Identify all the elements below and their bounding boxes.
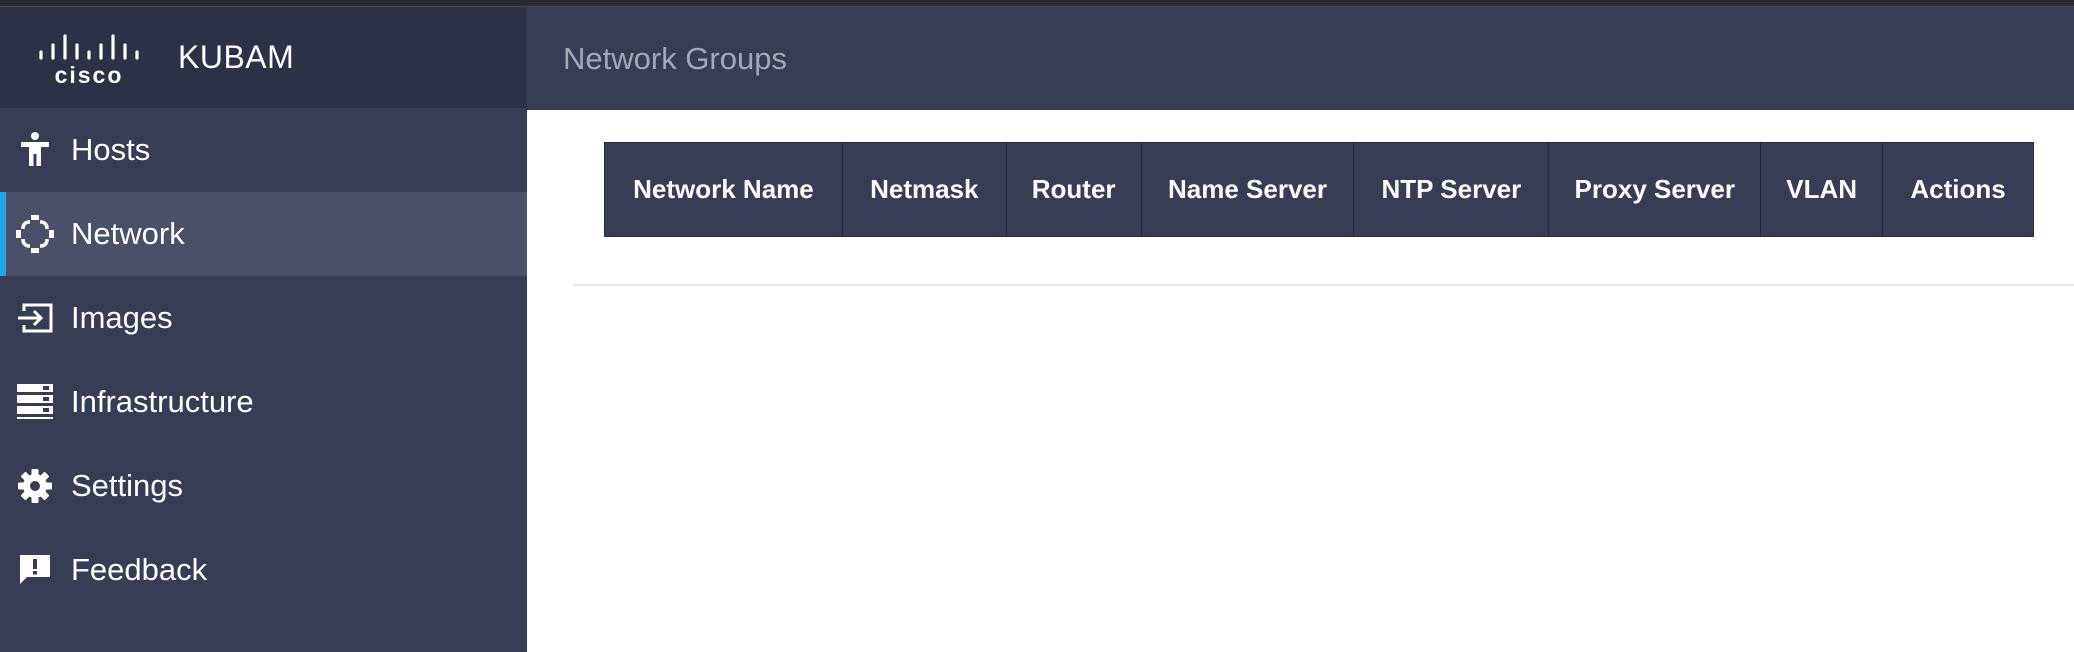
input-icon: [15, 298, 55, 338]
sidebar-item-label: Hosts: [71, 132, 151, 167]
sidebar-item-infrastructure[interactable]: Infrastructure: [0, 360, 527, 444]
sidebar-item-label: Images: [71, 300, 173, 335]
sidebar-item-settings[interactable]: Settings: [0, 444, 527, 528]
column-header-actions[interactable]: Actions: [1882, 142, 2034, 237]
feedback-icon: [15, 550, 55, 590]
column-header-network-name[interactable]: Network Name: [604, 142, 843, 237]
table-header-row: Network Name Netmask Router Name Server …: [604, 142, 2034, 237]
sidebar-item-network[interactable]: Network: [0, 192, 527, 276]
page-title: Network Groups: [563, 41, 787, 76]
column-header-router[interactable]: Router: [1005, 142, 1142, 237]
network-icon: [15, 214, 55, 254]
sidebar: cisco KUBAM Hosts Network Images Infrast…: [0, 7, 527, 652]
column-header-netmask[interactable]: Netmask: [841, 142, 1007, 237]
page-header: Network Groups: [527, 7, 2074, 110]
logo-wordmark: cisco: [55, 62, 124, 86]
sidebar-item-label: Feedback: [71, 552, 208, 587]
sidebar-nav: Hosts Network Images Infrastructure Sett…: [0, 108, 527, 612]
column-header-vlan[interactable]: VLAN: [1760, 142, 1884, 237]
app-title: KUBAM: [178, 39, 295, 75]
gear-icon: [15, 466, 55, 506]
column-header-ntp-server[interactable]: NTP Server: [1353, 142, 1550, 237]
content-divider: [574, 284, 2074, 286]
sidebar-item-label: Network: [71, 216, 185, 251]
column-header-name-server[interactable]: Name Server: [1140, 142, 1355, 237]
sidebar-item-label: Settings: [71, 468, 184, 503]
network-groups-table: Network Name Netmask Router Name Server …: [604, 142, 2034, 237]
sidebar-item-hosts[interactable]: Hosts: [0, 108, 527, 192]
sidebar-item-images[interactable]: Images: [0, 276, 527, 360]
server-rack-icon: [15, 382, 55, 422]
brand-bar: cisco KUBAM: [0, 7, 527, 108]
accessibility-icon: [15, 130, 55, 170]
cisco-logo[interactable]: cisco: [0, 7, 178, 108]
window-top-strip: [0, 0, 2074, 7]
column-header-proxy-server[interactable]: Proxy Server: [1548, 142, 1762, 237]
sidebar-item-label: Infrastructure: [71, 384, 254, 419]
network-groups-table-wrapper: Network Name Netmask Router Name Server …: [604, 142, 2034, 237]
sidebar-item-feedback[interactable]: Feedback: [0, 528, 527, 612]
